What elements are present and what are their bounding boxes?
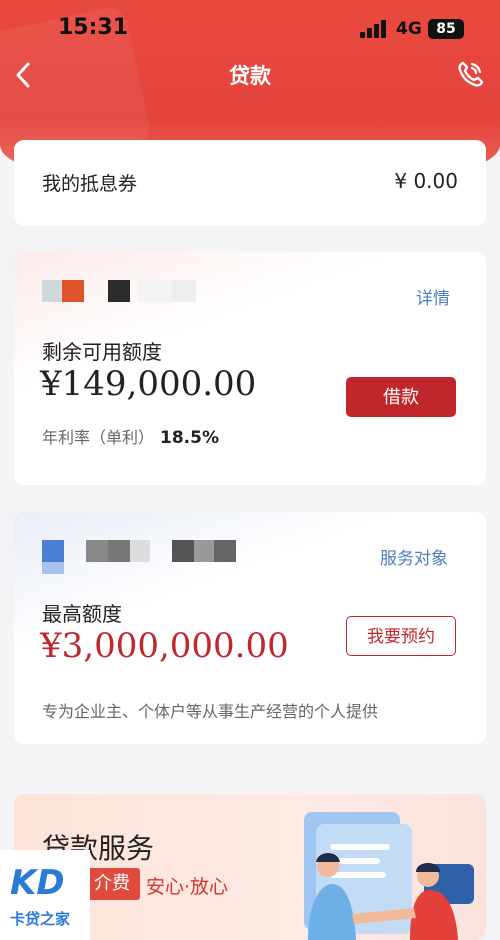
borrow-button[interactable]: 借款	[346, 377, 456, 417]
signal-icon	[360, 20, 388, 38]
interest-rate-value: 18.5%	[160, 428, 219, 448]
page-title: 贷款	[229, 64, 271, 88]
service-target-link[interactable]: 服务对象	[380, 544, 448, 569]
detail-link[interactable]: 详情	[416, 284, 450, 309]
remaining-credit-label: 剩余可用额度	[42, 340, 162, 364]
blurred-product-name	[42, 280, 262, 302]
watermark: KD 卡贷之家	[0, 850, 90, 940]
coupon-card[interactable]: 我的抵息券 ¥ 0.00	[14, 140, 486, 226]
network-label: 4G	[396, 19, 422, 39]
status-time: 15:31	[58, 15, 129, 40]
max-credit-label: 最高额度	[42, 602, 122, 626]
handshake-illustration	[264, 804, 486, 940]
loan-description: 专为企业主、个体户等从事生产经营的个人提供	[42, 702, 379, 721]
business-loan-card: 服务对象 最高额度 ¥3,000,000.00 我要预约 专为企业主、个体户等从…	[14, 512, 486, 744]
loan-product-card: 详情 剩余可用额度 ¥149,000.00 借款 年利率（单利） 18.5%	[14, 252, 486, 485]
reserve-button[interactable]: 我要预约	[346, 616, 456, 656]
blurred-product-name	[42, 540, 262, 574]
status-bar: 15:31 4G 85	[0, 0, 500, 50]
fee-tag: 介费	[84, 868, 140, 900]
interest-rate-row: 年利率（单利） 18.5%	[42, 424, 219, 448]
max-credit-amount: ¥3,000,000.00	[40, 626, 289, 666]
kd-logo: KD	[8, 860, 82, 903]
interest-rate-label: 年利率（单利）	[42, 428, 155, 447]
phone-icon[interactable]	[454, 58, 486, 90]
service-slogan: 安心·放心	[146, 876, 229, 898]
nav-bar: 贷款	[0, 50, 500, 100]
coupon-label: 我的抵息券	[42, 173, 138, 195]
svg-text:KD: KD	[10, 863, 65, 900]
remaining-credit-amount: ¥149,000.00	[40, 364, 257, 404]
battery-icon: 85	[428, 19, 464, 39]
watermark-text: 卡贷之家	[10, 910, 71, 928]
coupon-value: ¥ 0.00	[394, 169, 458, 193]
